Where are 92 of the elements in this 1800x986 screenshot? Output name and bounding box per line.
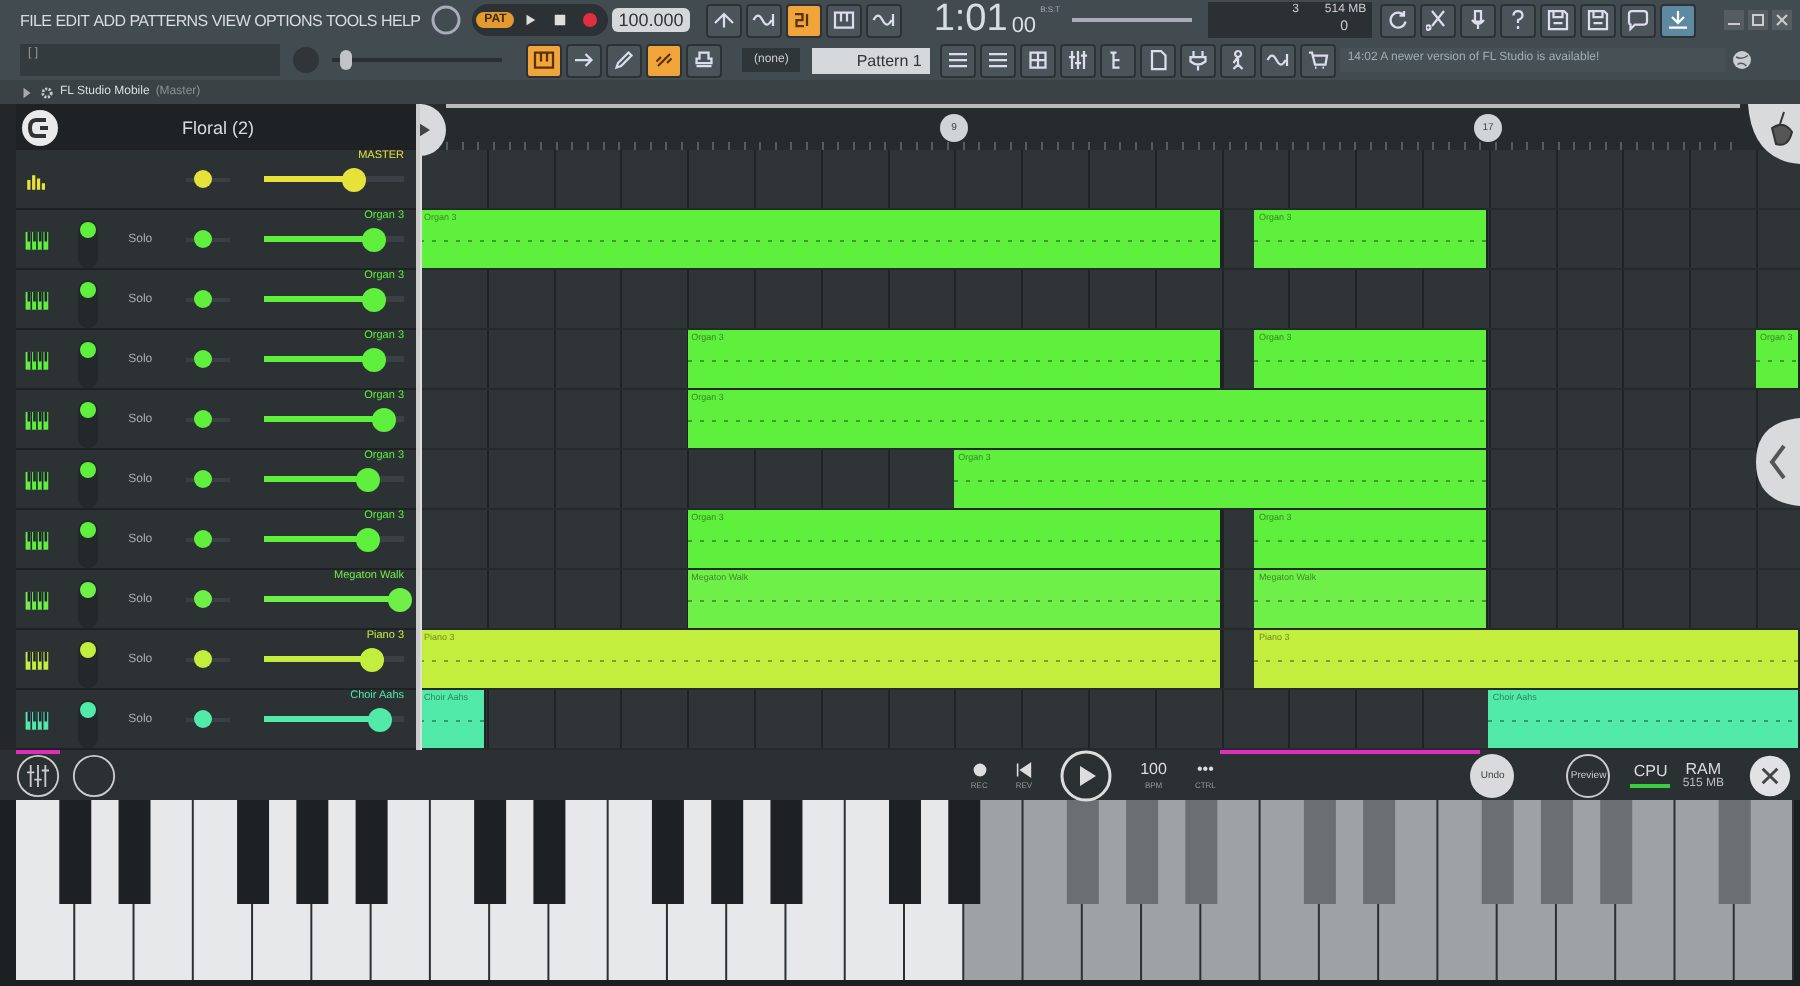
keyboard-icon (831, 8, 856, 32)
toolbar-button[interactable] (865, 3, 902, 37)
toolbar-button[interactable] (1099, 43, 1136, 77)
mute-switch[interactable] (77, 579, 99, 627)
toolbar-button[interactable] (1019, 43, 1056, 77)
toolbar-button[interactable] (1259, 43, 1296, 77)
app-logo-icon[interactable] (20, 107, 60, 147)
toolbar-button[interactable] (1460, 3, 1497, 37)
toolbar-button[interactable] (785, 3, 822, 37)
toolbar-button[interactable] (566, 43, 602, 77)
arrow-up-icon (711, 8, 736, 32)
arrow-right-icon (572, 48, 596, 72)
cpu-label: CPU (1633, 762, 1668, 780)
mute-switch[interactable] (77, 279, 99, 327)
mute-switch[interactable] (77, 399, 99, 447)
mute-switch[interactable] (77, 339, 99, 387)
waveform-icon (1265, 48, 1290, 72)
ram-label: RAM (1685, 760, 1722, 778)
song-position-ticks: 00 (1011, 14, 1037, 38)
collapse-tab-icon[interactable] (1756, 418, 1800, 506)
pattern-selector[interactable]: Pattern 1 (812, 47, 930, 73)
minimize-icon[interactable] (1724, 10, 1744, 30)
cart-icon (1305, 48, 1330, 72)
menu-item[interactable]: VIEW (211, 11, 251, 29)
mixer-menu-icon[interactable] (16, 753, 60, 797)
rewind-icon[interactable] (1015, 761, 1032, 777)
tempo-value[interactable]: 100 (1140, 761, 1167, 777)
plug-icon (1185, 48, 1210, 72)
mute-switch[interactable] (77, 219, 99, 267)
toolbar-button[interactable] (705, 3, 742, 37)
toolbar-button[interactable] (1660, 3, 1697, 37)
link-icon (652, 48, 676, 72)
download-icon (1666, 8, 1691, 32)
close-icon[interactable] (1748, 753, 1792, 797)
menu-item[interactable]: EDIT (55, 11, 90, 29)
menu-item[interactable]: TOOLS (325, 11, 377, 29)
waveform-icon (871, 8, 896, 32)
gear-icon[interactable] (40, 85, 54, 99)
maximize-icon[interactable] (1748, 10, 1768, 30)
expand-arrow-icon[interactable] (20, 85, 34, 99)
toolbar-button[interactable] (1219, 43, 1256, 77)
save-icon (1546, 8, 1571, 32)
waveform-icon (751, 8, 776, 32)
toolbar-button[interactable] (825, 3, 862, 37)
piano-keyboard-drawing[interactable] (16, 800, 1794, 980)
stamp-icon (692, 48, 716, 72)
mute-switch[interactable] (77, 639, 99, 687)
toolbar-button[interactable] (1420, 3, 1457, 37)
mute-switch[interactable] (77, 519, 99, 567)
pencil-icon (612, 48, 636, 72)
play-button[interactable] (1060, 749, 1113, 801)
menu-item[interactable]: PATTERNS (129, 11, 208, 29)
knob-icon[interactable] (430, 4, 463, 36)
mute-switch[interactable] (77, 699, 99, 747)
keyboard-icon (532, 48, 556, 72)
toolbar-button[interactable] (1580, 3, 1617, 37)
toolbar-button[interactable] (1179, 43, 1216, 77)
tempo-field[interactable]: 100.000 (612, 8, 690, 32)
menu-item[interactable]: HELP (380, 11, 421, 29)
toolbar-button[interactable] (646, 43, 682, 77)
toolbar-button[interactable] (1139, 43, 1176, 77)
toolbar-button[interactable] (1299, 43, 1336, 77)
toolbar-button[interactable] (606, 43, 642, 77)
toolbar-button[interactable] (1540, 3, 1577, 37)
toolbar-button[interactable] (979, 43, 1016, 77)
mute-switch[interactable] (77, 459, 99, 507)
mixer-icon (1065, 48, 1090, 72)
menu-item[interactable]: FILE (20, 11, 52, 29)
toolbar-button[interactable] (1059, 43, 1096, 77)
toolbar-button[interactable] (1380, 3, 1417, 37)
toolbar-button[interactable] (939, 43, 976, 77)
toolbar-button[interactable] (1500, 3, 1537, 37)
scissors-icon (1426, 8, 1451, 32)
page-icon (1145, 48, 1170, 72)
toolbar-button[interactable] (745, 3, 782, 37)
song-position: 1:01 (933, 0, 1008, 42)
toolbar-button[interactable] (686, 43, 722, 77)
microphone-icon (1466, 8, 1491, 32)
toolbar-button[interactable] (526, 43, 562, 77)
project-title: Floral (2) (179, 117, 256, 137)
menu-item[interactable]: ADD (93, 11, 126, 29)
toolbar-button[interactable] (1620, 3, 1657, 37)
record-icon[interactable] (971, 761, 988, 777)
globe-icon[interactable] (1729, 48, 1754, 72)
speech-bubble-icon (1626, 8, 1651, 32)
save-icon (1586, 8, 1611, 32)
list-icon (945, 48, 970, 72)
list-icon (985, 48, 1010, 72)
more-button[interactable]: ••• (1196, 761, 1214, 777)
menu-item[interactable]: OPTIONS (254, 11, 322, 29)
refresh-icon (1386, 8, 1411, 32)
grid-icon (1025, 48, 1050, 72)
